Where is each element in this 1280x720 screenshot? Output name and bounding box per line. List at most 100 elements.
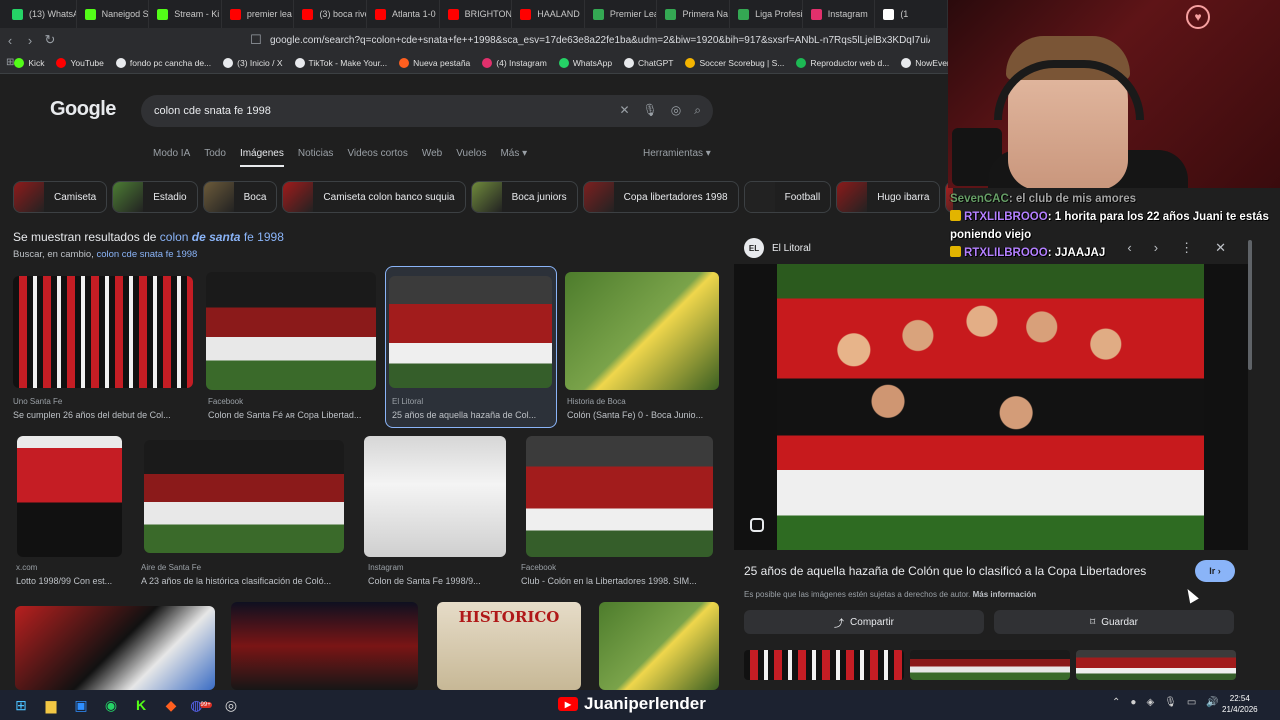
result-caption[interactable]: Uno Santa Fe Se cumplen 26 años del debut… xyxy=(13,397,198,420)
windows-start-icon[interactable]: ⊞ xyxy=(6,690,36,720)
microphone-icon[interactable]: 🎙 xyxy=(643,103,658,118)
search-tab[interactable]: Imágenes xyxy=(239,148,284,167)
tools-button[interactable]: Herramientas ▾ xyxy=(643,148,711,159)
result-image[interactable] xyxy=(599,602,719,690)
google-logo[interactable]: Google xyxy=(50,98,116,121)
suggestion-chip[interactable]: Football xyxy=(743,181,832,213)
bookmark-item[interactable]: YouTube xyxy=(56,57,104,68)
search-tab[interactable]: Todo xyxy=(204,148,226,167)
whatsapp-icon[interactable]: ◉ xyxy=(96,690,126,720)
related-image[interactable] xyxy=(910,650,1070,680)
browser-tab[interactable]: (1 xyxy=(875,0,948,28)
result-image[interactable] xyxy=(389,276,552,388)
search-tab[interactable]: Más ▾ xyxy=(500,148,527,167)
bookmark-item[interactable]: (3) Inicio / X xyxy=(223,57,283,68)
result-caption[interactable]: Aire de Santa Fe A 23 años de la históric… xyxy=(141,563,346,586)
bookmark-item[interactable]: Soccer Scorebug | S... xyxy=(685,57,784,68)
search-tab[interactable]: Videos cortos xyxy=(347,148,407,167)
corrected-link-emphasis[interactable]: de santa xyxy=(192,230,241,244)
file-explorer-icon[interactable]: ▆ xyxy=(36,690,66,720)
browser-tab[interactable]: (3) boca rive xyxy=(294,0,368,28)
preview-source[interactable]: EL El Litoral xyxy=(744,238,811,258)
result-image[interactable] xyxy=(144,440,344,553)
bookmark-item[interactable]: ChatGPT xyxy=(624,57,673,68)
microphone-tray-icon[interactable]: 🎙 xyxy=(1164,697,1177,708)
search-tab[interactable]: Modo IA xyxy=(153,148,190,167)
bookmark-star-icon[interactable]: ☐ xyxy=(246,32,266,48)
network-app-icon[interactable]: ● xyxy=(1130,697,1136,708)
visit-button[interactable]: Ir › xyxy=(1195,560,1235,582)
result-caption[interactable]: Historia de Boca Colón (Santa Fe) 0 - Boc… xyxy=(567,397,717,420)
browser-tab[interactable]: Stream - Ki xyxy=(149,0,222,28)
apps-grid-icon[interactable]: ⊞ xyxy=(6,57,14,68)
steam-icon[interactable]: ◎ xyxy=(216,690,246,720)
result-caption[interactable]: Facebook Colon de Santa Fé ᴀʀ Copa Libert… xyxy=(208,397,378,420)
chevron-up-icon[interactable]: ⌃ xyxy=(1112,697,1120,708)
monitor-icon[interactable]: ▭ xyxy=(1187,697,1196,708)
browser-tab[interactable]: Liga Profesi xyxy=(730,0,803,28)
search-icon[interactable]: ⌕ xyxy=(694,103,701,118)
browser-tab[interactable]: HAALAND xyxy=(512,0,585,28)
result-caption[interactable]: x.com Lotto 1998/99 Con est... xyxy=(16,563,126,586)
bookmark-item[interactable]: Reproductor web d... xyxy=(796,57,889,68)
clock[interactable]: 22:54 21/4/2026 xyxy=(1222,693,1258,715)
back-icon[interactable]: ‹ xyxy=(0,33,20,48)
suggestion-chip[interactable]: Copa libertadores 1998 xyxy=(582,181,739,213)
result-image[interactable] xyxy=(15,606,215,690)
bookmark-item[interactable]: WhatsApp xyxy=(558,57,612,68)
browser-tab[interactable]: (13) WhatsA xyxy=(4,0,77,28)
browser-tab[interactable]: BRIGHTON xyxy=(440,0,513,28)
discord-icon[interactable]: ◍ 99+ xyxy=(186,690,216,720)
kick-icon[interactable]: K xyxy=(126,690,156,720)
corrected-link-tail[interactable]: fe 1998 xyxy=(244,230,284,244)
bookmark-item[interactable]: fondo pc cancha de... xyxy=(115,57,211,68)
result-caption[interactable]: Facebook Club - Colón en la Libertadores … xyxy=(521,563,716,586)
result-caption[interactable]: El Litoral 25 años de aquella hazaña de C… xyxy=(392,397,552,420)
bookmark-item[interactable]: NowEvents - C xyxy=(901,57,948,68)
forward-icon[interactable]: › xyxy=(20,33,40,48)
bookmark-item[interactable]: TikTok - Make Your... xyxy=(294,57,387,68)
result-image[interactable] xyxy=(565,272,719,390)
browser-tab[interactable]: premier lea xyxy=(222,0,295,28)
preview-image[interactable] xyxy=(734,264,1248,550)
volume-icon[interactable]: 🔊 xyxy=(1206,697,1218,708)
reload-icon[interactable]: ↻ xyxy=(40,32,60,48)
suggestion-chip[interactable]: Camiseta colon banco suquia xyxy=(282,181,466,213)
search-tab[interactable]: Vuelos xyxy=(456,148,486,167)
bookmark-item[interactable]: Nueva pestaña xyxy=(399,57,470,68)
original-query-link[interactable]: colon cde snata fe 1998 xyxy=(96,249,197,260)
related-image[interactable] xyxy=(744,650,904,680)
browser-tab[interactable]: Primera Na xyxy=(657,0,731,28)
related-image[interactable] xyxy=(1076,650,1236,680)
share-button[interactable]: ⤴ Compartir xyxy=(744,610,984,634)
search-tab[interactable]: Web xyxy=(422,148,442,167)
lens-icon[interactable]: ◎ xyxy=(671,103,681,118)
result-image[interactable]: HISTORICO xyxy=(437,602,581,690)
result-image[interactable] xyxy=(526,436,713,557)
result-image[interactable] xyxy=(231,602,418,690)
browser-tab[interactable]: Naneigod Si xyxy=(77,0,150,28)
desktop-icon[interactable]: ▣ xyxy=(66,690,96,720)
result-image[interactable] xyxy=(17,436,122,557)
dropbox-icon[interactable]: ◈ xyxy=(1146,697,1154,708)
lens-search-icon[interactable] xyxy=(750,518,764,532)
corrected-link[interactable]: colon xyxy=(160,230,189,244)
bookmark-item[interactable]: Kick xyxy=(14,57,44,68)
search-input[interactable] xyxy=(154,105,594,117)
suggestion-chip[interactable]: Boca xyxy=(202,181,278,213)
clear-icon[interactable]: ✕ xyxy=(619,103,629,118)
more-info-link[interactable]: Más información xyxy=(973,590,1037,599)
url-field[interactable]: google.com/search?q=colon+cde+snata+fe++… xyxy=(270,35,930,46)
suggestion-chip[interactable]: Estadio xyxy=(112,181,198,213)
search-tab[interactable]: Noticias xyxy=(298,148,334,167)
browser-tab[interactable]: Instagram xyxy=(803,0,876,28)
result-image[interactable] xyxy=(206,272,376,390)
save-button[interactable]: ⌑ Guardar xyxy=(994,610,1234,634)
suggestion-chip[interactable]: Boca juniors xyxy=(470,181,578,213)
suggestion-chip[interactable]: Camiseta xyxy=(13,181,108,213)
preview-title[interactable]: 25 años de aquella hazaña de Colón que l… xyxy=(744,564,1146,578)
bookmark-item[interactable]: (4) Instagram xyxy=(482,57,547,68)
brave-icon[interactable]: ◆ xyxy=(156,690,186,720)
browser-tab[interactable]: Atlanta 1-0 xyxy=(367,0,440,28)
result-image[interactable] xyxy=(364,436,506,557)
